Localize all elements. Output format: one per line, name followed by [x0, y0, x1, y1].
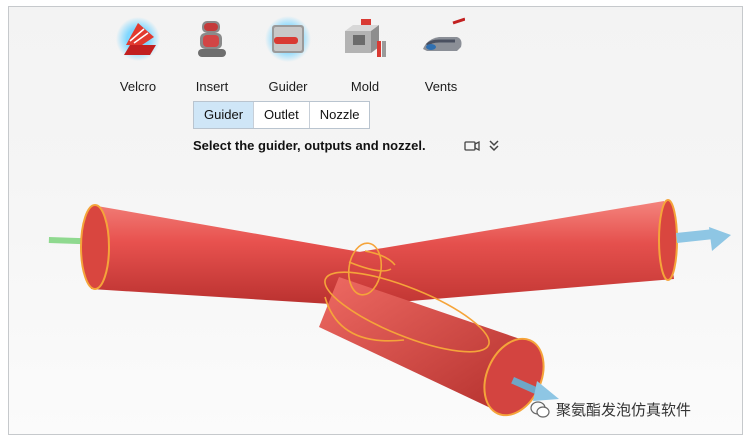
- tool-label: Velcro: [119, 79, 157, 94]
- mold-icon: [345, 19, 386, 57]
- tool-guider[interactable]: Guider: [256, 15, 320, 94]
- vents-icon: [423, 17, 465, 51]
- mode-tabs: Guider Outlet Nozzle: [193, 101, 371, 129]
- tab-nozzle[interactable]: Nozzle: [310, 102, 370, 128]
- camera-icon[interactable]: [464, 139, 480, 153]
- outlet-arrow-upper: [676, 227, 731, 251]
- tool-vents[interactable]: Vents: [409, 15, 473, 94]
- seat-icon: [198, 21, 226, 57]
- pipe-outlet-upper: [339, 201, 674, 307]
- velcro-icon: [116, 17, 160, 61]
- tool-insert[interactable]: Insert: [180, 15, 244, 94]
- guider-icon: [265, 16, 311, 62]
- instruction-text: Select the guider, outputs and nozzel.: [193, 138, 426, 153]
- tool-label: Vents: [424, 79, 458, 94]
- prompt-icons: [464, 139, 500, 153]
- watermark-text: 聚氨酯发泡仿真软件: [556, 402, 692, 419]
- tool-label: Guider: [268, 79, 308, 94]
- double-chevron-down-icon[interactable]: [488, 139, 500, 153]
- tab-outlet[interactable]: Outlet: [254, 102, 310, 128]
- wechat-icon: [530, 400, 550, 418]
- tool-label: Mold: [350, 79, 380, 94]
- tool-mold[interactable]: Mold: [333, 15, 397, 94]
- app-window: Velcro Insert Guider Mold Vents Guider O…: [8, 6, 743, 435]
- tool-velcro[interactable]: Velcro: [106, 15, 170, 94]
- tab-guider[interactable]: Guider: [194, 102, 255, 128]
- outlet-upper-cap: [658, 199, 678, 281]
- tool-label: Insert: [195, 79, 229, 94]
- inlet-cap: [80, 204, 110, 290]
- 3d-viewport[interactable]: [9, 167, 744, 436]
- watermark: 聚氨酯发泡仿真软件: [530, 399, 691, 420]
